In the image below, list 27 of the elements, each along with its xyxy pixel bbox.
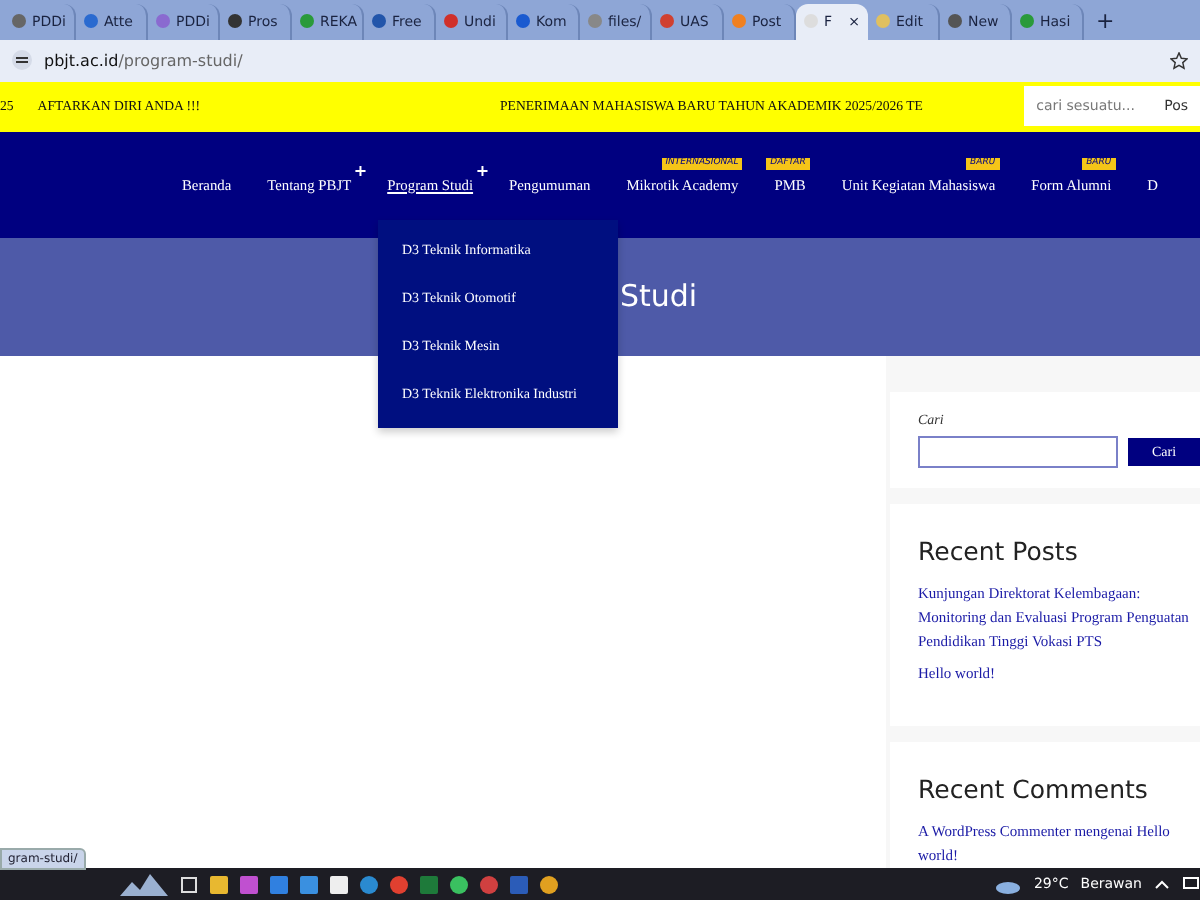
site-icon: [84, 14, 98, 29]
site-icon: [444, 14, 458, 29]
new-tab-button[interactable]: +: [1084, 3, 1127, 40]
site-icon: [1020, 14, 1034, 29]
site-icon: [876, 14, 890, 29]
site-icon: [372, 14, 386, 29]
site-icon: [300, 14, 314, 29]
site-icon: [660, 14, 674, 29]
search-field[interactable]: [918, 436, 1118, 469]
monitor-icon[interactable]: [1182, 876, 1200, 893]
site-icon: [156, 14, 170, 29]
site-icon: [12, 14, 26, 29]
widget-title: Recent Comments: [918, 774, 1150, 805]
site-icon: [516, 14, 530, 29]
site-icon: [228, 14, 242, 29]
site-icon: [588, 14, 602, 29]
plus-mark: +: [353, 163, 368, 180]
task-view-icon[interactable]: [180, 875, 198, 894]
settings-icon[interactable]: [12, 50, 32, 71]
plus-mark: +: [475, 163, 490, 180]
widget-title: Recent Posts: [918, 536, 1080, 567]
site-icon: [804, 14, 818, 29]
site-icon: [732, 14, 746, 29]
star-icon[interactable]: [1170, 51, 1188, 70]
page-title: Studi: [620, 278, 698, 315]
chevron-up-icon[interactable]: [1154, 878, 1170, 891]
site-icon: [948, 14, 962, 29]
